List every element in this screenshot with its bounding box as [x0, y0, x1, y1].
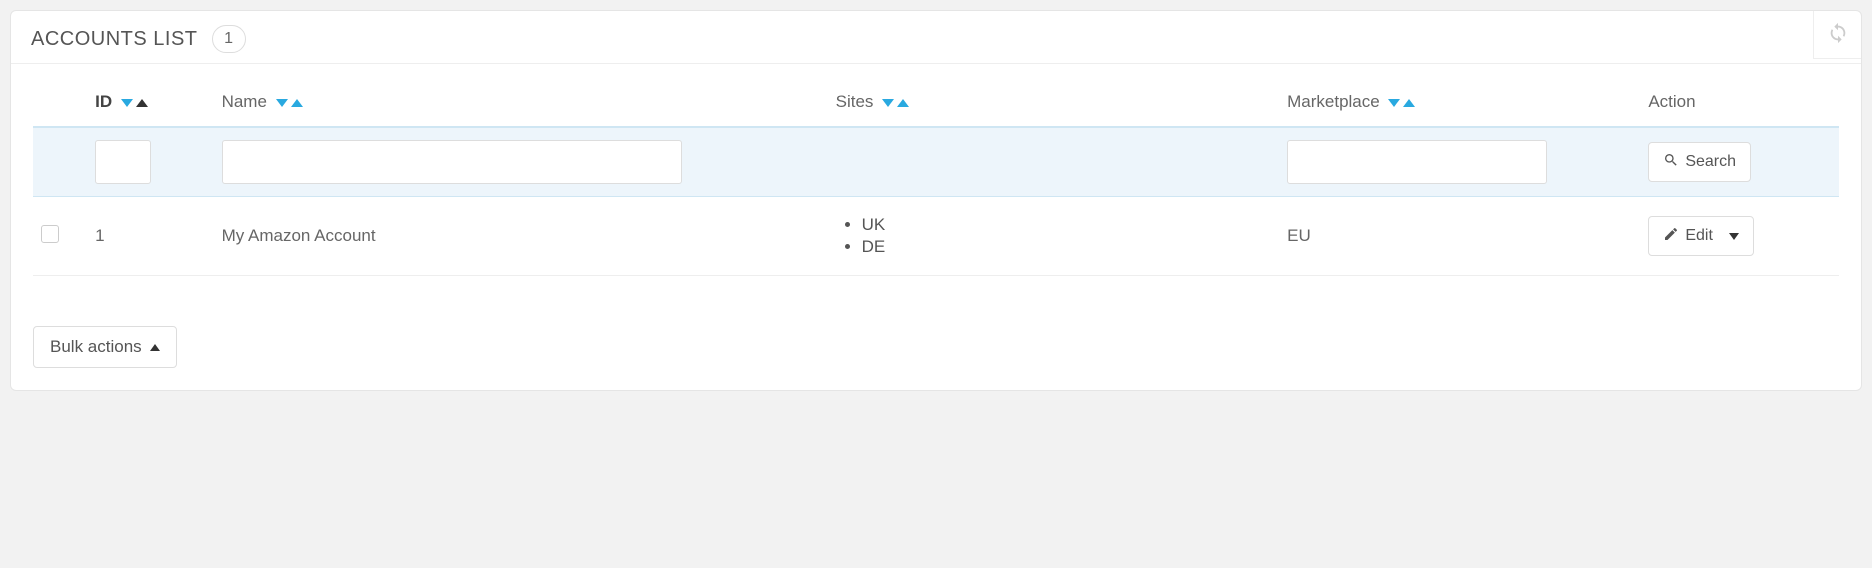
cell-sites: UK DE	[836, 215, 1272, 257]
filter-input-marketplace[interactable]	[1287, 140, 1547, 184]
cell-id: 1	[87, 197, 213, 276]
site-item: DE	[862, 237, 1272, 257]
col-id-label: ID	[95, 92, 112, 111]
edit-button-label: Edit	[1685, 227, 1713, 245]
sort-asc-active-icon	[136, 99, 148, 107]
cell-name: My Amazon Account	[214, 197, 828, 276]
table-row: 1 My Amazon Account UK DE EU	[33, 197, 1839, 276]
table-wrap: ID Name Sites	[11, 64, 1861, 300]
bulk-actions-label: Bulk actions	[50, 337, 142, 357]
panel-footer: Bulk actions	[11, 300, 1861, 390]
count-badge: 1	[212, 25, 246, 53]
caret-up-icon	[150, 344, 160, 351]
accounts-table: ID Name Sites	[33, 82, 1839, 276]
edit-button[interactable]: Edit	[1648, 216, 1754, 256]
sort-desc-icon	[1388, 99, 1400, 107]
site-item: UK	[862, 215, 1272, 235]
refresh-icon	[1827, 22, 1849, 48]
sort-asc-icon	[291, 99, 303, 107]
col-header-sites[interactable]: Sites	[828, 82, 1280, 127]
sort-desc-icon	[882, 99, 894, 107]
col-sites-label: Sites	[836, 92, 874, 111]
col-header-action: Action	[1640, 82, 1839, 127]
refresh-button[interactable]	[1813, 11, 1861, 59]
col-action-label: Action	[1648, 92, 1695, 111]
accounts-panel: Accounts List 1 ID N	[10, 10, 1862, 391]
sort-desc-icon	[121, 99, 133, 107]
sort-asc-icon	[897, 99, 909, 107]
caret-down-icon	[1729, 233, 1739, 240]
search-button-label: Search	[1685, 153, 1736, 171]
col-header-marketplace[interactable]: Marketplace	[1279, 82, 1640, 127]
sort-asc-icon	[1403, 99, 1415, 107]
filter-input-id[interactable]	[95, 140, 151, 184]
search-icon	[1663, 152, 1679, 173]
col-header-name[interactable]: Name	[214, 82, 828, 127]
cell-marketplace: EU	[1279, 197, 1640, 276]
pencil-icon	[1663, 226, 1679, 247]
col-marketplace-label: Marketplace	[1287, 92, 1380, 111]
row-checkbox[interactable]	[41, 225, 59, 243]
sort-desc-icon	[276, 99, 288, 107]
col-header-id[interactable]: ID	[87, 82, 213, 127]
bulk-actions-button[interactable]: Bulk actions	[33, 326, 177, 368]
panel-title: Accounts List	[31, 28, 198, 51]
panel-header: Accounts List 1	[11, 11, 1861, 64]
filter-input-name[interactable]	[222, 140, 682, 184]
search-button[interactable]: Search	[1648, 142, 1751, 182]
col-name-label: Name	[222, 92, 267, 111]
